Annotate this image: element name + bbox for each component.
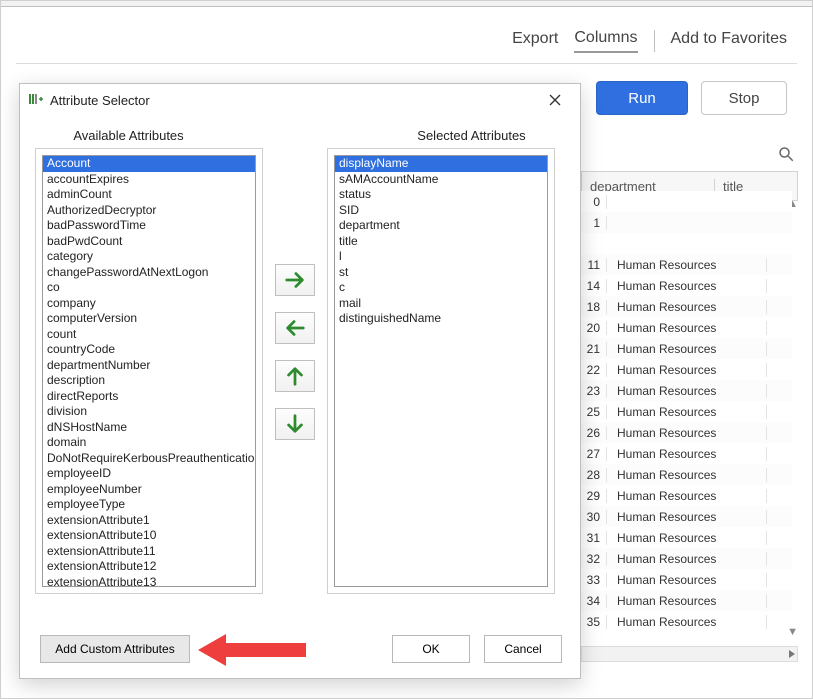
- available-option[interactable]: employeeNumber: [43, 482, 255, 498]
- available-option[interactable]: domain: [43, 435, 255, 451]
- table-row[interactable]: 23Human Resources: [581, 380, 792, 401]
- available-option[interactable]: extensionAttribute1: [43, 513, 255, 529]
- stop-button[interactable]: Stop: [701, 81, 787, 115]
- available-option[interactable]: count: [43, 327, 255, 343]
- table-row[interactable]: 22Human Resources: [581, 359, 792, 380]
- selected-option[interactable]: SID: [335, 203, 547, 219]
- table-row[interactable]: 33Human Resources: [581, 569, 792, 590]
- available-option[interactable]: changePasswordAtNextLogon: [43, 265, 255, 281]
- table-row[interactable]: 14Human Resources: [581, 275, 792, 296]
- selected-option[interactable]: sAMAccountName: [335, 172, 547, 188]
- horizontal-scrollbar[interactable]: [581, 646, 798, 662]
- table-row[interactable]: 0: [581, 191, 792, 212]
- available-option[interactable]: badPasswordTime: [43, 218, 255, 234]
- available-option[interactable]: extensionAttribute11: [43, 544, 255, 560]
- available-option[interactable]: Account: [43, 156, 255, 172]
- top-link-export[interactable]: Export: [512, 30, 558, 52]
- scroll-down-icon[interactable]: ▼: [787, 626, 798, 638]
- available-option[interactable]: computerVersion: [43, 311, 255, 327]
- selected-option[interactable]: st: [335, 265, 547, 281]
- table-row[interactable]: 28Human Resources: [581, 464, 792, 485]
- available-option[interactable]: company: [43, 296, 255, 312]
- table-row[interactable]: [581, 233, 792, 254]
- available-option[interactable]: extensionAttribute10: [43, 528, 255, 544]
- available-option[interactable]: accountExpires: [43, 172, 255, 188]
- table-row[interactable]: 26Human Resources: [581, 422, 792, 443]
- available-option[interactable]: extensionAttribute13: [43, 575, 255, 588]
- separator: [654, 30, 655, 52]
- ok-button[interactable]: OK: [392, 635, 470, 663]
- cancel-button[interactable]: Cancel: [484, 635, 562, 663]
- selected-option[interactable]: l: [335, 249, 547, 265]
- selected-option[interactable]: status: [335, 187, 547, 203]
- search-icon[interactable]: [775, 143, 797, 165]
- table-row[interactable]: 27Human Resources: [581, 443, 792, 464]
- dialog-title: Attribute Selector: [50, 93, 150, 108]
- move-left-button[interactable]: [275, 312, 315, 344]
- table-row[interactable]: 20Human Resources: [581, 317, 792, 338]
- selected-option[interactable]: c: [335, 280, 547, 296]
- available-option[interactable]: AuthorizedDecryptor: [43, 203, 255, 219]
- available-option[interactable]: DoNotRequireKerbousPreauthentication: [43, 451, 255, 467]
- selected-header: Selected Attributes: [378, 124, 565, 148]
- attribute-selector-dialog: Attribute Selector Available Attributes …: [19, 83, 581, 679]
- run-button[interactable]: Run: [596, 81, 688, 115]
- table-row[interactable]: 32Human Resources: [581, 548, 792, 569]
- available-option[interactable]: co: [43, 280, 255, 296]
- available-option[interactable]: extensionAttribute12: [43, 559, 255, 575]
- available-option[interactable]: countryCode: [43, 342, 255, 358]
- available-option[interactable]: employeeID: [43, 466, 255, 482]
- available-option[interactable]: departmentNumber: [43, 358, 255, 374]
- table-row[interactable]: 18Human Resources: [581, 296, 792, 317]
- available-option[interactable]: division: [43, 404, 255, 420]
- table-row[interactable]: 25Human Resources: [581, 401, 792, 422]
- available-header: Available Attributes: [35, 124, 222, 148]
- scroll-right-icon[interactable]: [787, 647, 797, 662]
- table-row[interactable]: 11Human Resources: [581, 254, 792, 275]
- move-right-button[interactable]: [275, 264, 315, 296]
- top-link-columns[interactable]: Columns: [574, 29, 637, 53]
- available-option[interactable]: employeeType: [43, 497, 255, 513]
- table-row[interactable]: 29Human Resources: [581, 485, 792, 506]
- available-option[interactable]: badPwdCount: [43, 234, 255, 250]
- bg-table-body: 01 11Human Resources14Human Resources18Hu…: [581, 191, 792, 632]
- add-custom-attributes-button[interactable]: Add Custom Attributes: [40, 635, 190, 663]
- table-row[interactable]: 34Human Resources: [581, 590, 792, 611]
- available-option[interactable]: adminCount: [43, 187, 255, 203]
- dialog-icon: [28, 91, 44, 110]
- close-icon[interactable]: [540, 87, 570, 113]
- available-listbox[interactable]: AccountaccountExpiresadminCountAuthorize…: [35, 148, 263, 594]
- table-row[interactable]: 31Human Resources: [581, 527, 792, 548]
- selected-option[interactable]: displayName: [335, 156, 547, 172]
- table-row[interactable]: 30Human Resources: [581, 506, 792, 527]
- available-option[interactable]: directReports: [43, 389, 255, 405]
- available-option[interactable]: category: [43, 249, 255, 265]
- selected-option[interactable]: mail: [335, 296, 547, 312]
- top-link-favorites[interactable]: Add to Favorites: [671, 30, 788, 52]
- selected-option[interactable]: distinguishedName: [335, 311, 547, 327]
- available-option[interactable]: dNSHostName: [43, 420, 255, 436]
- selected-option[interactable]: department: [335, 218, 547, 234]
- available-option[interactable]: description: [43, 373, 255, 389]
- move-up-button[interactable]: [275, 360, 315, 392]
- table-row[interactable]: 35Human Resources: [581, 611, 792, 632]
- selected-listbox[interactable]: displayNamesAMAccountNamestatusSIDdepart…: [327, 148, 555, 594]
- table-row[interactable]: 1: [581, 212, 792, 233]
- move-down-button[interactable]: [275, 408, 315, 440]
- selected-option[interactable]: title: [335, 234, 547, 250]
- table-row[interactable]: 21Human Resources: [581, 338, 792, 359]
- annotation-arrow-icon: [198, 630, 308, 670]
